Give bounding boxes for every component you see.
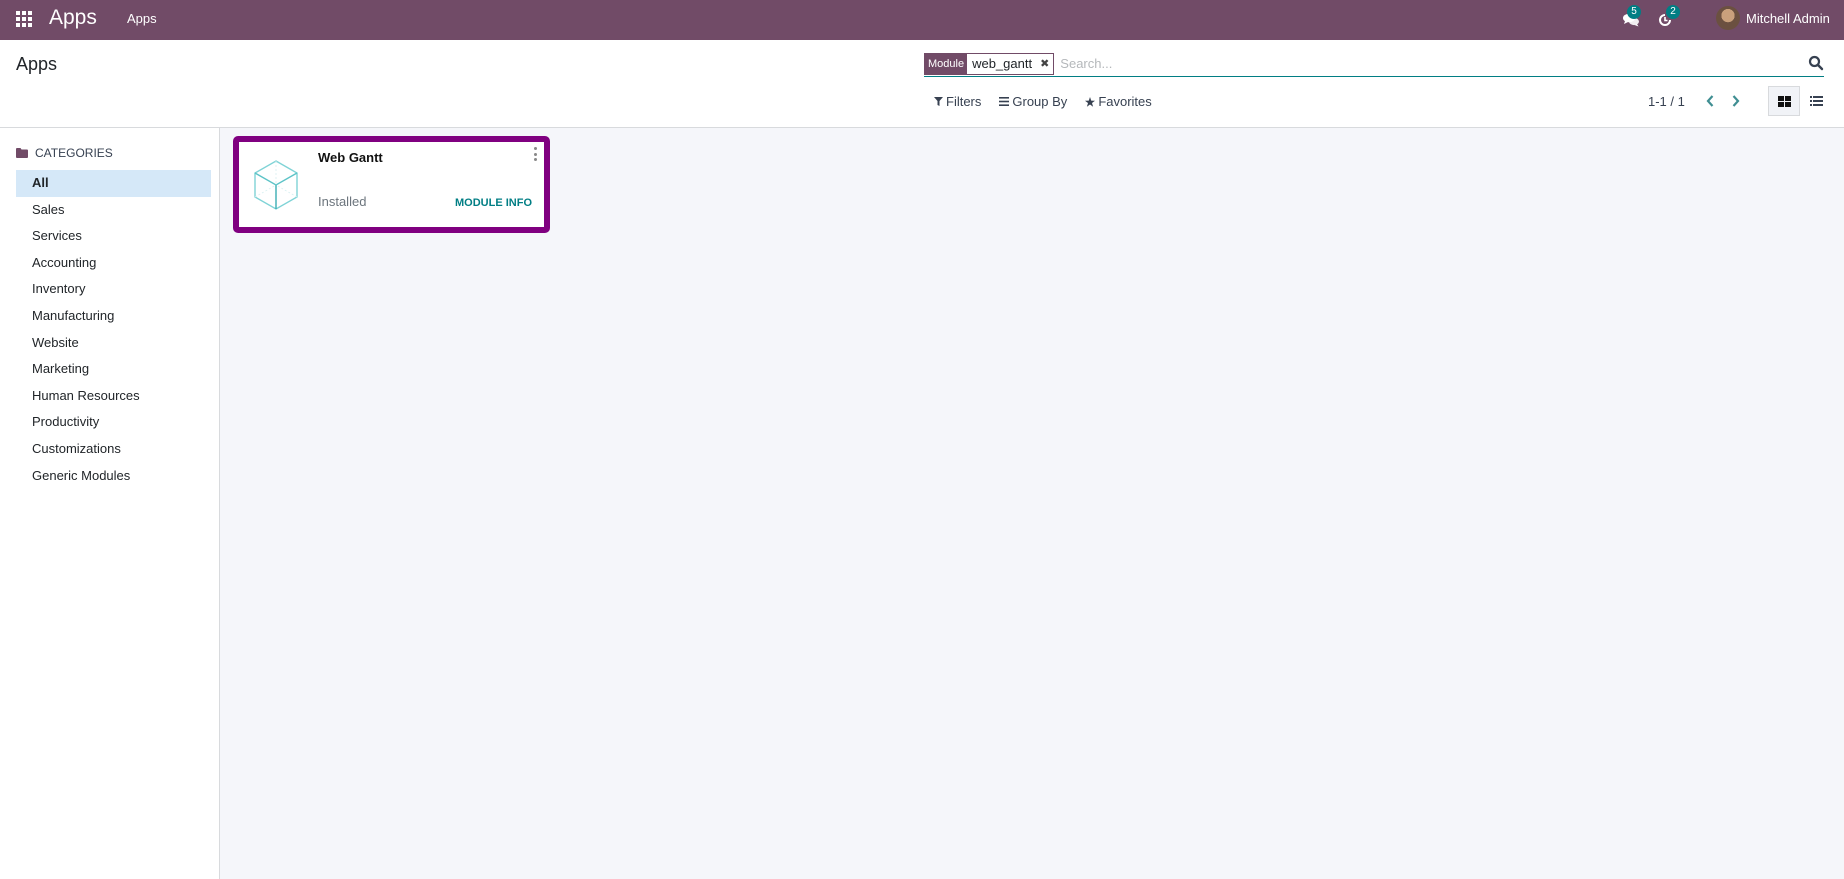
categories-sidebar: CATEGORIES All Sales Services Accounting… xyxy=(0,128,220,879)
module-info-button[interactable]: MODULE INFO xyxy=(455,197,532,209)
categories-title: CATEGORIES xyxy=(35,146,113,160)
category-item-website[interactable]: Website xyxy=(16,330,211,357)
group-by-label: Group By xyxy=(1012,94,1068,109)
search-options: Filters Group By Favorites xyxy=(934,94,1152,109)
filters-label: Filters xyxy=(946,94,982,109)
kebab-menu-icon[interactable] xyxy=(532,147,538,161)
category-item-inventory[interactable]: Inventory xyxy=(16,276,211,303)
filters-button[interactable]: Filters xyxy=(934,94,981,109)
chevron-left-icon xyxy=(1706,95,1714,107)
chevron-right-icon xyxy=(1732,95,1740,107)
favorites-label: Favorites xyxy=(1098,94,1152,109)
user-avatar[interactable] xyxy=(1716,6,1740,30)
kanban-area: Web Gantt Installed MODULE INFO xyxy=(220,128,1844,879)
category-item-productivity[interactable]: Productivity xyxy=(16,409,211,436)
star-icon xyxy=(1085,96,1096,107)
module-name: Web Gantt xyxy=(318,150,383,165)
pager-value[interactable]: 1-1 / 1 xyxy=(1648,94,1685,109)
facet-label: Module xyxy=(925,53,968,74)
control-panel: Apps Module web_gantt ✖ Filters Group By… xyxy=(0,40,1844,128)
messages-count-badge: 5 xyxy=(1627,5,1641,19)
app-menu-grid-icon[interactable] xyxy=(16,11,33,28)
search-input[interactable] xyxy=(1060,56,1824,71)
category-item-sales[interactable]: Sales xyxy=(16,197,211,224)
pager-previous-button[interactable] xyxy=(1700,91,1720,111)
search-facet: Module web_gantt ✖ xyxy=(924,52,1055,75)
category-item-generic-modules[interactable]: Generic Modules xyxy=(16,463,211,490)
module-card[interactable]: Web Gantt Installed MODULE INFO xyxy=(233,136,550,233)
category-item-manufacturing[interactable]: Manufacturing xyxy=(16,303,211,330)
category-item-all[interactable]: All xyxy=(16,170,211,197)
category-item-accounting[interactable]: Accounting xyxy=(16,250,211,277)
kanban-view-button[interactable] xyxy=(1768,86,1800,116)
category-item-human-resources[interactable]: Human Resources xyxy=(16,383,211,410)
page-title: Apps xyxy=(16,54,58,74)
facet-value-wrap: web_gantt ✖ xyxy=(967,53,1054,74)
cube-icon xyxy=(254,160,298,210)
facet-value: web_gantt xyxy=(972,56,1033,71)
pager-next-button[interactable] xyxy=(1726,91,1746,111)
filter-icon xyxy=(934,97,943,106)
category-item-customizations[interactable]: Customizations xyxy=(16,436,211,463)
folder-icon xyxy=(16,148,28,158)
search-icon[interactable] xyxy=(1808,55,1824,71)
category-list: All Sales Services Accounting Inventory … xyxy=(16,170,211,489)
activities-count-badge: 2 xyxy=(1666,5,1680,19)
list-view-button[interactable] xyxy=(1800,86,1832,116)
grid-icon xyxy=(1777,95,1791,107)
bars-icon xyxy=(999,97,1010,106)
group-by-button[interactable]: Group By xyxy=(999,94,1067,109)
facet-remove-icon[interactable]: ✖ xyxy=(1040,57,1049,70)
app-brand[interactable]: Apps xyxy=(49,6,97,30)
categories-header: CATEGORIES xyxy=(16,146,113,160)
favorites-button[interactable]: Favorites xyxy=(1085,94,1152,109)
user-menu-name[interactable]: Mitchell Admin xyxy=(1746,11,1830,26)
module-status: Installed xyxy=(318,194,367,209)
list-icon xyxy=(1809,96,1823,106)
top-navbar: Apps Apps 5 2 Mitchell Admin xyxy=(0,0,1844,40)
category-item-marketing[interactable]: Marketing xyxy=(16,356,211,383)
search-bar: Module web_gantt ✖ xyxy=(924,51,1824,77)
category-item-services[interactable]: Services xyxy=(16,223,211,250)
nav-menu-apps[interactable]: Apps xyxy=(127,11,157,26)
